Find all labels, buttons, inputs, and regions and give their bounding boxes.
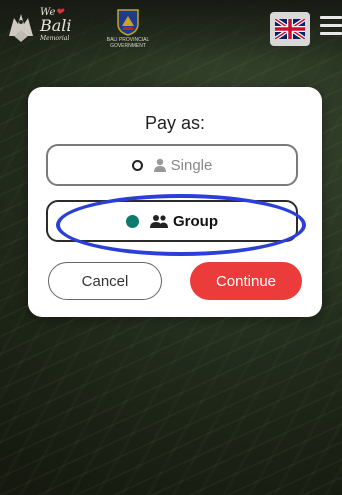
option-group-label: Group <box>173 212 218 230</box>
logo-group: We❤ Bali Memorial BALI PROVINCIAL GOVERN… <box>6 8 160 50</box>
uk-flag-icon <box>275 19 305 39</box>
government-emblem-icon <box>117 9 139 36</box>
option-single[interactable]: Single <box>46 144 298 186</box>
dialog-title: Pay as: <box>144 113 206 133</box>
logo-line2: Bali <box>40 16 72 35</box>
group-icon <box>149 214 169 228</box>
person-icon <box>153 158 167 172</box>
logo-line3: Memorial <box>40 35 70 42</box>
bird-emblem-icon <box>9 14 33 42</box>
continue-button[interactable]: Continue <box>190 262 302 300</box>
option-single-label: Single <box>170 156 213 174</box>
government-logo: BALI PROVINCIAL GOVERNMENT <box>96 8 160 50</box>
hamburger-menu-icon[interactable] <box>320 16 342 40</box>
option-group[interactable]: Group <box>46 200 298 242</box>
header: We❤ Bali Memorial BALI PROVINCIAL GOVERN… <box>0 0 342 62</box>
government-line2: GOVERNMENT <box>110 42 146 49</box>
radio-group[interactable] <box>126 214 139 228</box>
radio-single[interactable] <box>131 159 143 171</box>
pay-as-dialog: Pay as: Single Group Cancel Continue <box>28 87 322 317</box>
cancel-button[interactable]: Cancel <box>48 262 162 300</box>
we-love-bali-logo[interactable]: We❤ Bali Memorial <box>6 8 88 46</box>
language-selector-button[interactable] <box>270 12 310 46</box>
